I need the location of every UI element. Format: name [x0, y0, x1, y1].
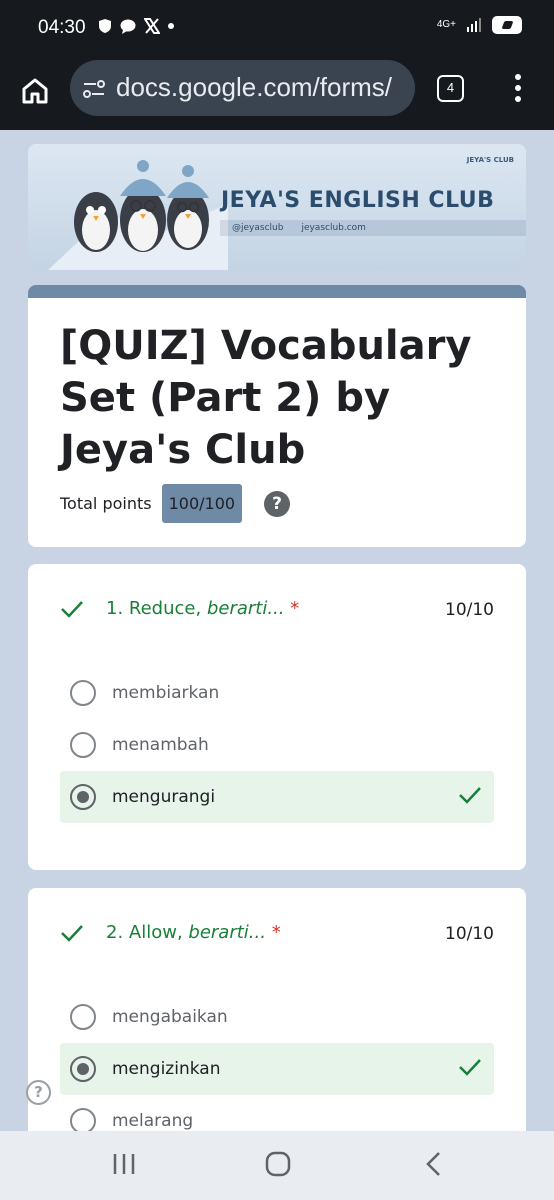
- option-row[interactable]: menambah: [60, 719, 494, 771]
- question-title: 2. Allow, berarti... *: [106, 922, 281, 943]
- radio-selected-icon[interactable]: [70, 784, 96, 810]
- notification-icons: [98, 18, 174, 34]
- check-icon: [459, 1059, 481, 1076]
- club-logo: JEYA'S CLUB: [466, 156, 514, 164]
- form-title-card: [QUIZ] Vocabulary Set (Part 2) by Jeya's…: [28, 285, 526, 547]
- url-text: docs.google.com/forms/: [116, 72, 393, 102]
- question-header: 2. Allow, berarti... *: [60, 922, 281, 943]
- status-time: 04:30: [38, 17, 86, 38]
- radio-selected-icon[interactable]: [70, 1056, 96, 1082]
- dot-icon: [168, 23, 174, 29]
- signal-icon: [467, 18, 481, 32]
- option-row[interactable]: mengabaikan: [60, 991, 494, 1043]
- radio-icon[interactable]: [70, 1004, 96, 1030]
- battery-icon: [492, 16, 522, 34]
- floating-help-icon[interactable]: ?: [26, 1080, 51, 1105]
- chat-icon: [120, 19, 136, 34]
- question-score: 10/10: [445, 924, 494, 944]
- banner-title: JEYA'S ENGLISH CLUB: [221, 188, 495, 213]
- check-icon: [61, 924, 83, 942]
- back-icon[interactable]: [424, 1151, 444, 1177]
- home-icon[interactable]: [20, 76, 50, 106]
- check-icon: [61, 600, 83, 618]
- option-label: melarang: [112, 1111, 194, 1131]
- option-label: mengurangi: [112, 787, 216, 807]
- menu-icon[interactable]: [515, 74, 523, 102]
- option-label: mengabaikan: [112, 1007, 228, 1027]
- help-icon[interactable]: ?: [264, 490, 291, 517]
- question-card-2: 2. Allow, berarti... * 10/10 mengabaikan…: [28, 888, 526, 1148]
- home-nav-icon[interactable]: [265, 1151, 291, 1177]
- radio-icon[interactable]: [70, 732, 96, 758]
- penguins-illustration: [48, 160, 228, 270]
- site-settings-icon[interactable]: [82, 78, 106, 100]
- question-score: 10/10: [445, 600, 494, 620]
- option-row[interactable]: membiarkan: [60, 667, 494, 719]
- shield-icon: [99, 19, 111, 33]
- option-label: membiarkan: [112, 683, 220, 703]
- system-icons: 4G+: [437, 16, 522, 34]
- recent-apps-icon[interactable]: [112, 1151, 136, 1177]
- radio-icon[interactable]: [70, 680, 96, 706]
- option-row-selected[interactable]: mengizinkan: [60, 1043, 494, 1095]
- form-title: [QUIZ] Vocabulary Set (Part 2) by Jeya's…: [60, 323, 472, 473]
- social-links: @jeyasclub jeyasclub.com: [220, 220, 526, 236]
- x-logo-icon: [144, 18, 160, 34]
- network-type: 4G+: [436, 19, 456, 30]
- question-title: 1. Reduce, berarti... *: [106, 598, 300, 619]
- website-link: jeyasclub.com: [301, 223, 366, 233]
- form-header-banner: JEYA'S CLUB JEYA'S ENGLISH CLUB @jeyascl…: [28, 144, 526, 270]
- option-row-selected[interactable]: mengurangi: [60, 771, 494, 823]
- total-points-label: Total points: [60, 494, 152, 513]
- check-icon: [459, 787, 481, 804]
- question-card-1: 1. Reduce, berarti... * 10/10 membiarkan…: [28, 564, 526, 870]
- option-label: mengizinkan: [112, 1059, 221, 1079]
- instagram-handle: @jeyasclub: [232, 223, 284, 233]
- status-bar: 04:30 4G+: [0, 0, 554, 60]
- tabs-button[interactable]: 4: [437, 75, 464, 102]
- address-bar[interactable]: docs.google.com/forms/: [70, 60, 415, 116]
- total-points-row: Total points 100/100 ?: [60, 484, 291, 523]
- total-points-value: 100/100: [161, 484, 243, 523]
- system-navigation-bar: [0, 1131, 554, 1200]
- question-header: 1. Reduce, berarti... *: [60, 598, 299, 619]
- browser-toolbar: docs.google.com/forms/ 4: [0, 60, 554, 130]
- option-label: menambah: [112, 735, 209, 755]
